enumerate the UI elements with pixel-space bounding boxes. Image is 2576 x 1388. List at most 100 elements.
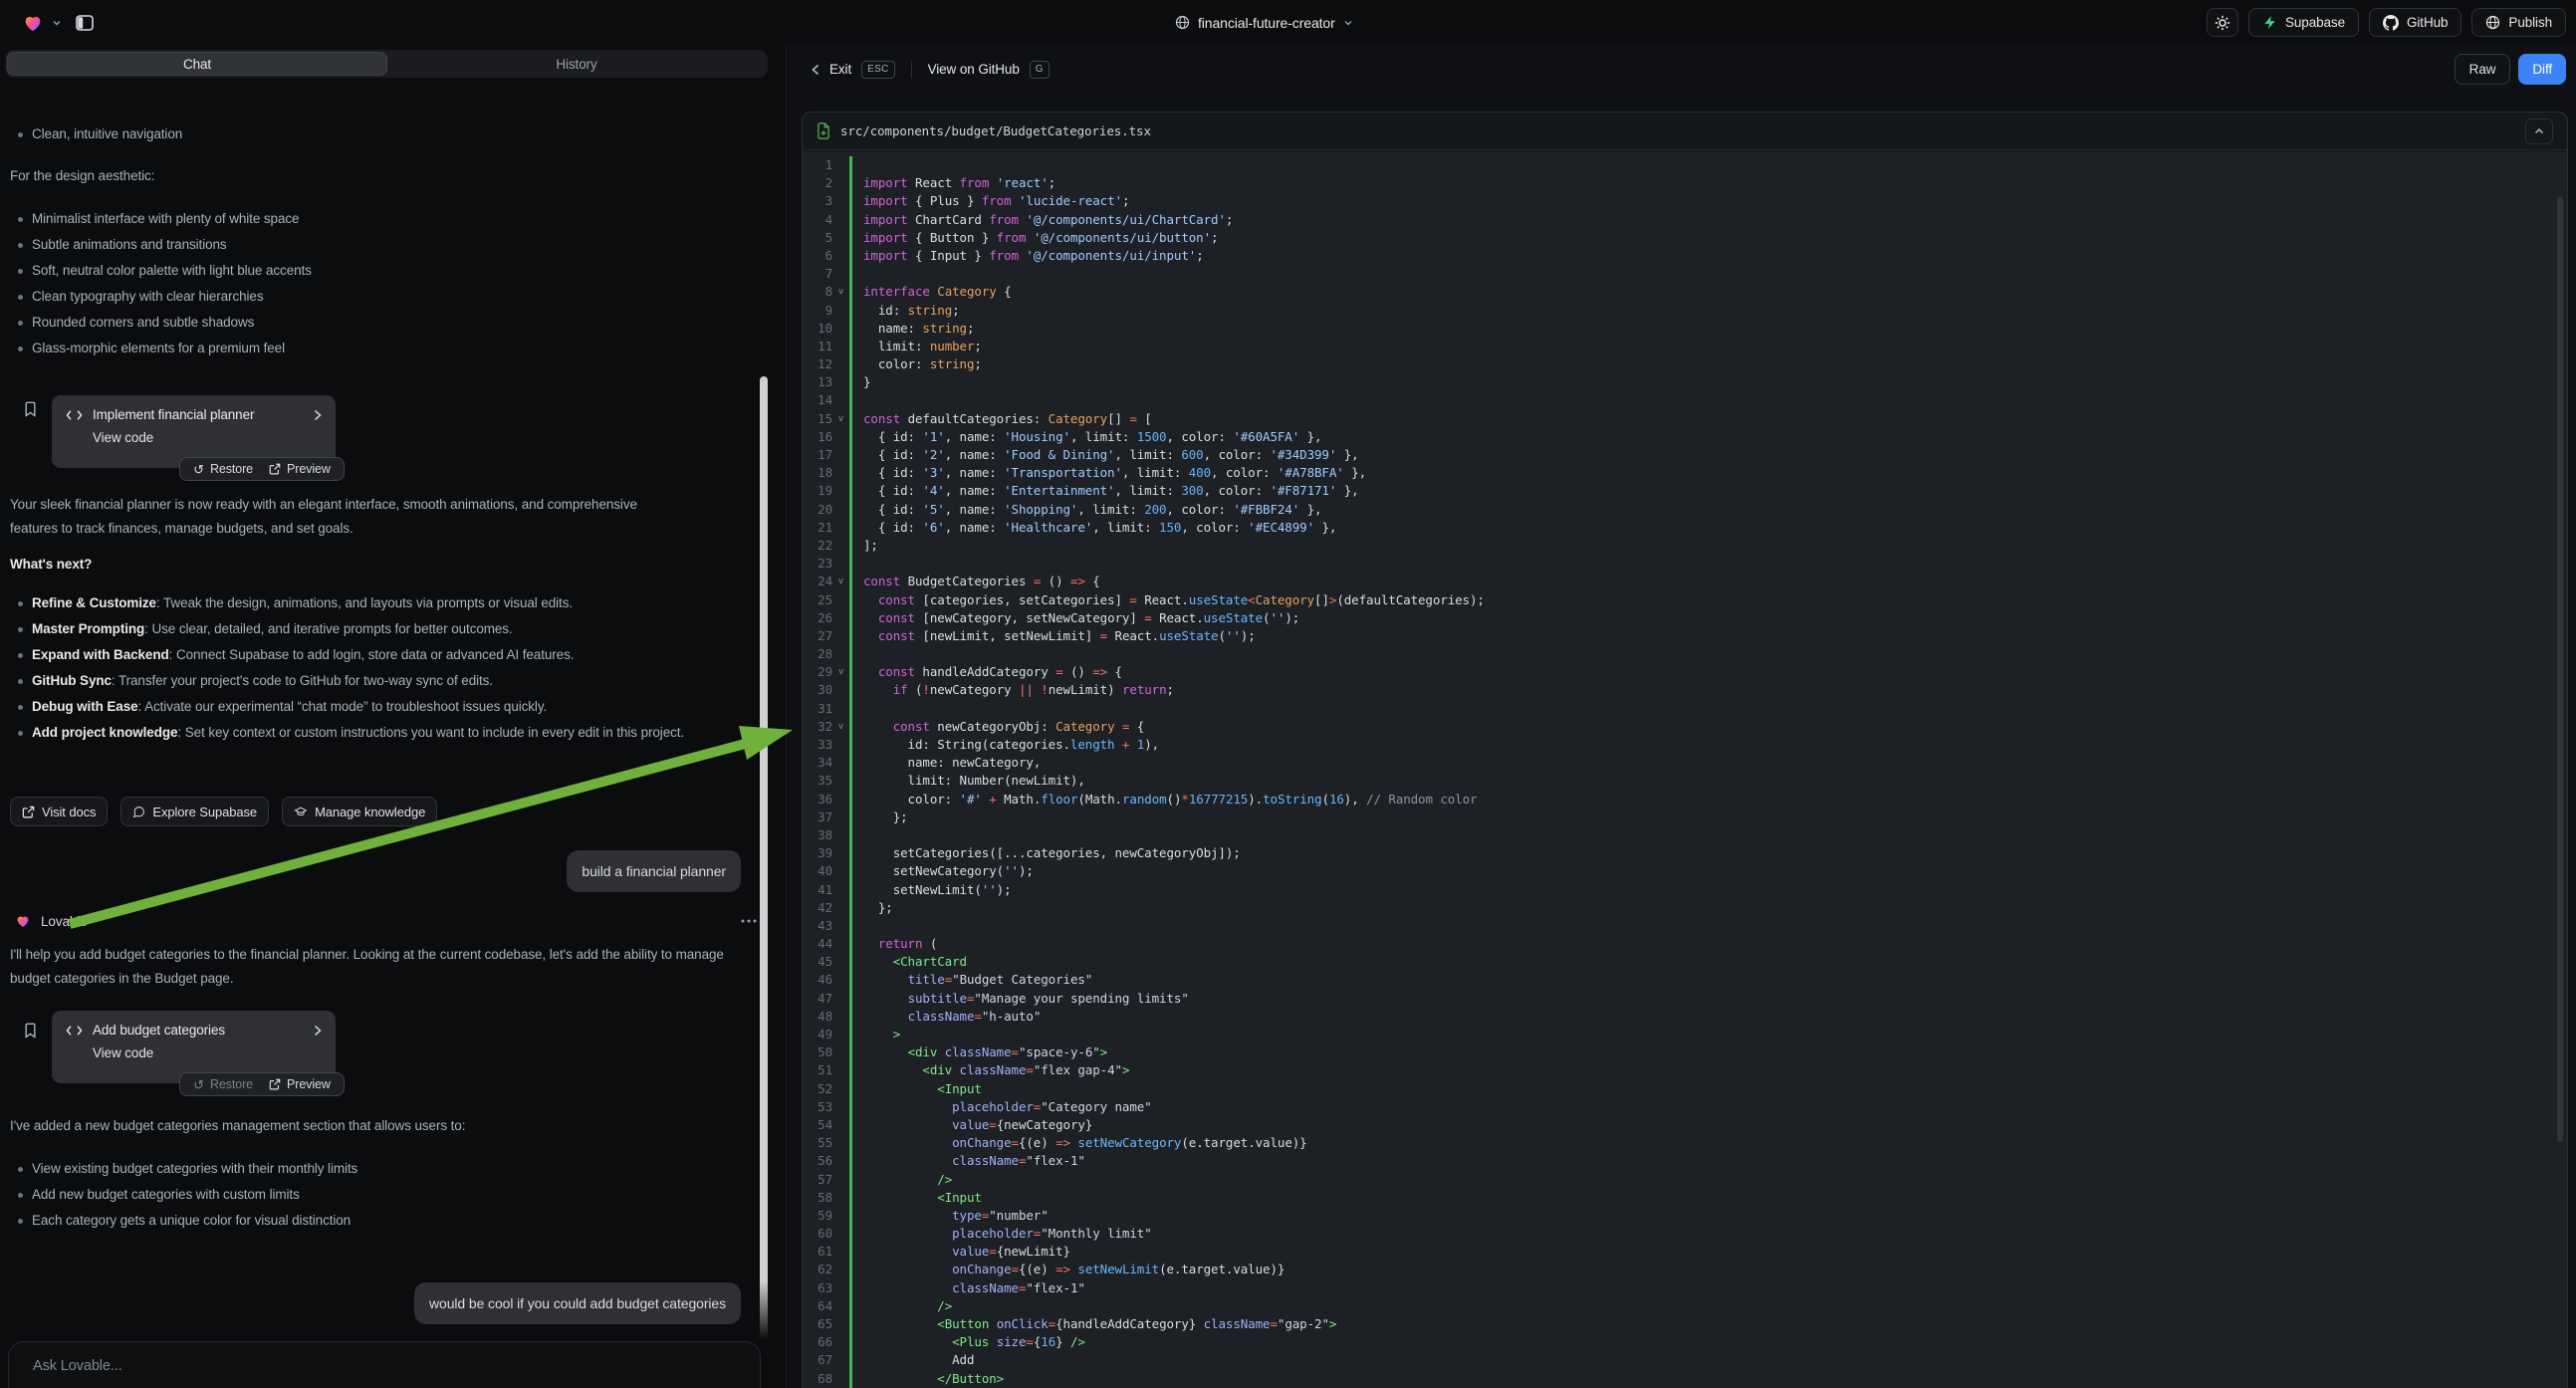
line-number: 26	[803, 609, 832, 627]
line-number: 25	[803, 591, 832, 609]
lovable-logo-icon[interactable]	[22, 12, 44, 34]
github-button[interactable]: GitHub	[2369, 8, 2461, 37]
app-window: financial-future-creator	[0, 0, 2576, 1388]
assistant-paragraph: I'll help you add budget categories to t…	[10, 943, 755, 991]
chevron-right-icon	[314, 409, 322, 421]
tab-chat[interactable]: Chat	[7, 52, 387, 76]
code-line: 9 id: string;	[803, 302, 2567, 320]
preview-button[interactable]: Preview	[269, 462, 331, 476]
code-line: 66 <Plus size={16} />	[803, 1333, 2567, 1351]
code-line: 39 setCategories([...categories, newCate…	[803, 844, 2567, 862]
graduation-cap-icon	[294, 806, 308, 818]
code-line: 33 id: String(categories.length + 1),	[803, 736, 2567, 754]
code-line: 67 Add	[803, 1351, 2567, 1369]
code-line: 59 type="number"	[803, 1207, 2567, 1225]
line-number: 67	[803, 1351, 832, 1369]
whats-next-heading: What's next?	[10, 553, 92, 577]
line-number: 27	[803, 627, 832, 645]
visit-docs-button[interactable]: Visit docs	[10, 797, 108, 826]
code-line: 29v const handleAddCategory = () => {	[803, 663, 2567, 681]
bookmark-icon[interactable]	[24, 401, 37, 417]
code-line: 55 onChange={(e) => setNewCategory(e.tar…	[803, 1134, 2567, 1152]
line-number: 12	[803, 355, 832, 373]
esc-shortcut-badge: ESC	[861, 61, 894, 79]
code-line: 52 <Input	[803, 1080, 2567, 1098]
line-number: 66	[803, 1333, 832, 1351]
line-number: 49	[803, 1026, 832, 1043]
chevron-down-icon[interactable]	[52, 18, 62, 28]
message-menu-icon[interactable]	[741, 919, 757, 923]
restore-button[interactable]: ↺ Restore	[193, 1077, 253, 1091]
github-label: GitHub	[2407, 15, 2448, 30]
explore-supabase-button[interactable]: Explore Supabase	[120, 797, 269, 826]
publish-button[interactable]: Publish	[2471, 8, 2566, 37]
code-line: 48 className="h-auto"	[803, 1008, 2567, 1026]
line-number: 24	[803, 573, 832, 590]
supabase-button[interactable]: Supabase	[2248, 8, 2359, 37]
code-line: 30 if (!newCategory || !newLimit) return…	[803, 681, 2567, 699]
assistant-paragraph: I've added a new budget categories manag…	[10, 1114, 747, 1138]
fold-chevron-icon[interactable]: v	[832, 573, 849, 590]
list-item: Clean typography with clear hierarchies	[10, 284, 747, 310]
code-line: 13}	[803, 373, 2567, 391]
chat-scrollbar[interactable]	[760, 376, 768, 1339]
diff-toggle-button[interactable]: Diff	[2518, 54, 2566, 85]
collapse-file-button[interactable]	[2525, 118, 2553, 144]
aesthetic-bullet-list: Minimalist interface with plenty of whit…	[10, 206, 747, 361]
restore-icon: ↺	[193, 463, 204, 476]
code-line: 53 placeholder="Category name"	[803, 1098, 2567, 1116]
bookmark-icon[interactable]	[24, 1023, 37, 1039]
view-code-link[interactable]: View code	[93, 1045, 322, 1060]
code-line: 34 name: newCategory,	[803, 754, 2567, 772]
prompt-input[interactable]: Ask Lovable... Attach Edit	[8, 1341, 761, 1388]
restore-button[interactable]: ↺ Restore	[193, 462, 253, 476]
line-number: 44	[803, 935, 832, 953]
assistant-header: Lovable	[15, 913, 757, 929]
code-icon	[66, 1025, 83, 1037]
toggle-sidebar-button[interactable]	[70, 8, 100, 38]
project-switcher[interactable]: financial-future-creator	[1175, 0, 1353, 45]
code-line: 26 const [newCategory, setNewCategory] =…	[803, 609, 2567, 627]
code-editor[interactable]: 12import React from 'react';3import { Pl…	[803, 151, 2567, 1388]
fold-chevron-icon[interactable]: v	[832, 663, 849, 681]
whats-next-bullet-list: Refine & Customize: Tweak the design, an…	[10, 590, 722, 746]
list-item: Each category gets a unique color for vi…	[10, 1208, 747, 1234]
line-number: 43	[803, 917, 832, 935]
code-line: 57 />	[803, 1171, 2567, 1189]
g-shortcut-badge: G	[1030, 61, 1050, 79]
line-number: 35	[803, 772, 832, 790]
view-code-link[interactable]: View code	[93, 430, 322, 445]
list-item: Expand with Backend: Connect Supabase to…	[10, 642, 722, 668]
code-line: 23	[803, 555, 2567, 573]
globe-icon	[1175, 15, 1190, 30]
preview-button[interactable]: Preview	[269, 1077, 331, 1091]
tab-history[interactable]: History	[387, 52, 766, 76]
line-number: 61	[803, 1243, 832, 1261]
code-line: 8vinterface Category {	[803, 283, 2567, 301]
assistant-paragraph: Your sleek financial planner is now read…	[10, 493, 687, 541]
settings-button[interactable]	[2207, 8, 2238, 37]
line-number: 54	[803, 1116, 832, 1134]
fold-chevron-icon[interactable]: v	[832, 283, 849, 301]
view-on-github-button[interactable]: View on GitHub	[928, 62, 1020, 77]
line-number: 56	[803, 1152, 832, 1170]
list-item: Master Prompting: Use clear, detailed, a…	[10, 616, 722, 642]
gear-icon	[2215, 15, 2230, 31]
list-item: View existing budget categories with the…	[10, 1156, 747, 1182]
exit-button[interactable]: Exit	[829, 62, 851, 77]
manage-knowledge-button[interactable]: Manage knowledge	[282, 797, 437, 826]
list-item: Subtle animations and transitions	[10, 232, 747, 258]
back-chevron-icon[interactable]	[812, 64, 820, 76]
line-number: 39	[803, 844, 832, 862]
raw-toggle-button[interactable]: Raw	[2455, 54, 2511, 85]
code-line: 51 <div className="flex gap-4">	[803, 1061, 2567, 1079]
code-scrollbar[interactable]	[2557, 196, 2563, 1142]
fold-chevron-icon[interactable]: v	[832, 718, 849, 736]
line-number: 8	[803, 283, 832, 301]
line-number: 46	[803, 971, 832, 989]
file-header[interactable]: src/components/budget/BudgetCategories.t…	[803, 113, 2567, 150]
line-number: 14	[803, 391, 832, 409]
fold-chevron-icon[interactable]: v	[832, 410, 849, 428]
line-number: 34	[803, 754, 832, 772]
code-line: 17 { id: '2', name: 'Food & Dining', lim…	[803, 446, 2567, 464]
